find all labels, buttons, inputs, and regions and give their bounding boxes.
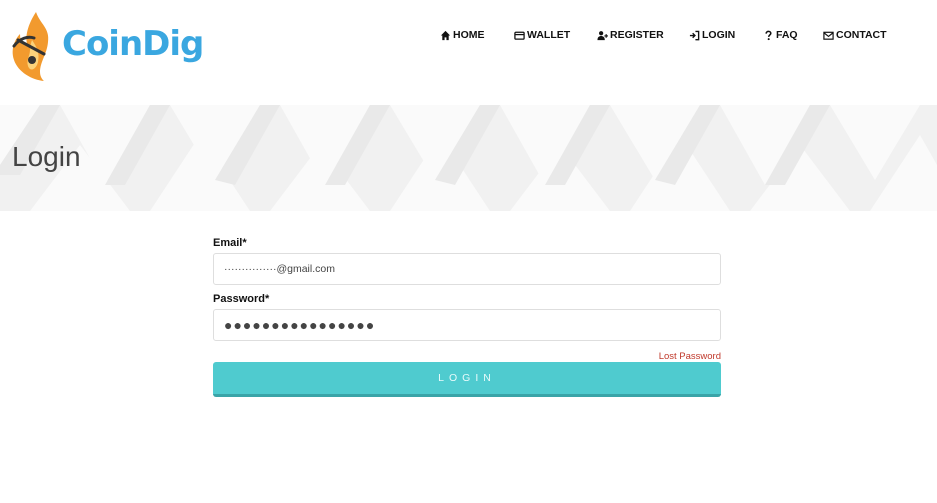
nav-register[interactable]: REGISTER xyxy=(597,27,689,43)
email-field[interactable] xyxy=(213,253,721,285)
nav-register-label: REGISTER xyxy=(610,29,664,41)
banner-pattern xyxy=(0,105,937,211)
nav-faq[interactable]: FAQ xyxy=(763,27,823,43)
page-banner: Login xyxy=(0,105,937,211)
main-nav: HOME WALLET REGISTER LOGIN FAQ CONTACT xyxy=(440,27,903,43)
nav-contact-label: CONTACT xyxy=(836,29,887,41)
nav-faq-label: FAQ xyxy=(776,29,798,41)
password-label: Password* xyxy=(213,293,270,305)
page-title: Login xyxy=(12,141,81,172)
user-plus-icon xyxy=(597,30,608,40)
nav-wallet[interactable]: WALLET xyxy=(514,27,597,43)
nav-wallet-label: WALLET xyxy=(527,29,571,41)
wallet-icon xyxy=(514,31,525,40)
login-form: Email* Password* Lost Password LOGIN xyxy=(213,237,721,397)
login-button[interactable]: LOGIN xyxy=(213,362,721,397)
sign-in-icon xyxy=(689,30,700,40)
lost-password-row: Lost Password xyxy=(213,341,721,362)
brand-name: CoinDig xyxy=(62,24,204,64)
email-label: Email* xyxy=(213,237,247,249)
coindig-logo[interactable]: CoinDig xyxy=(10,10,210,85)
nav-home[interactable]: HOME xyxy=(440,27,514,43)
envelope-icon xyxy=(823,31,834,40)
nav-login-label: LOGIN xyxy=(702,29,736,41)
nav-login[interactable]: LOGIN xyxy=(689,27,763,43)
password-field[interactable] xyxy=(213,309,721,341)
home-icon xyxy=(440,30,451,40)
question-icon xyxy=(765,30,772,40)
lost-password-link[interactable]: Lost Password xyxy=(659,351,721,362)
site-header: CoinDig HOME WALLET REGISTER LOGIN FAQ C… xyxy=(0,0,937,105)
nav-home-label: HOME xyxy=(453,29,485,41)
nav-contact[interactable]: CONTACT xyxy=(823,27,903,43)
flame-pickaxe-icon xyxy=(12,12,49,81)
